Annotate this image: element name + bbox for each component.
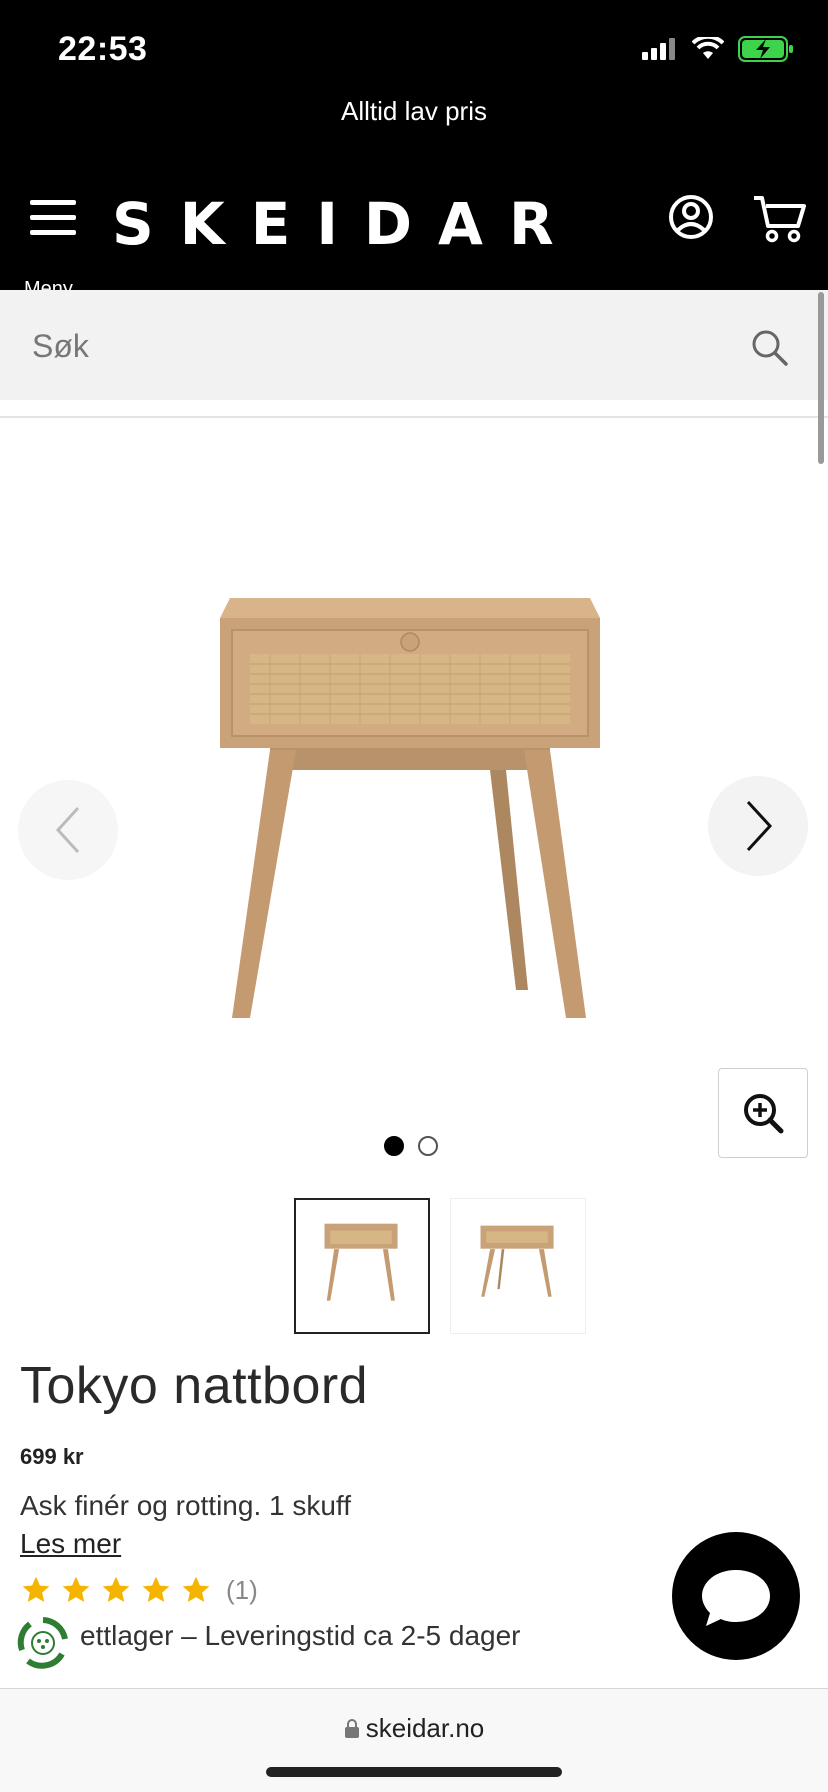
chat-button[interactable]: [672, 1532, 800, 1660]
wifi-icon: [692, 37, 724, 59]
site-header: Meny SKEIDAR: [0, 168, 828, 300]
search-icon[interactable]: [750, 328, 790, 368]
zoom-button[interactable]: [718, 1068, 808, 1158]
pagination-dot-1[interactable]: [384, 1136, 404, 1156]
thumbnail-strip: [294, 1198, 586, 1334]
star-icon: [22, 1576, 50, 1602]
gallery-prev-button[interactable]: [18, 780, 118, 880]
pagination-dot-2[interactable]: [418, 1136, 438, 1156]
url-text: skeidar.no: [365, 1713, 485, 1743]
read-more-link[interactable]: Les mer: [20, 1528, 121, 1560]
url-bar[interactable]: skeidar.no: [0, 1713, 828, 1744]
star-icon: [102, 1576, 130, 1602]
product-gallery: [0, 418, 828, 1178]
status-icons: [642, 36, 794, 62]
product-main-image[interactable]: [210, 578, 620, 1098]
user-icon: [669, 195, 713, 239]
cart-button[interactable]: [752, 194, 808, 244]
product-title: Tokyo nattbord: [20, 1357, 369, 1415]
chat-bubble-icon: [702, 1570, 770, 1626]
lock-icon: [344, 1719, 359, 1738]
status-time: 22:53: [58, 30, 148, 68]
chevron-right-icon: [746, 800, 773, 852]
zoom-in-icon: [744, 1094, 784, 1134]
promo-text: Alltid lav pris: [341, 96, 487, 126]
battery-charging-icon: [738, 36, 793, 62]
chevron-left-icon: [55, 806, 80, 854]
search-bar: [0, 290, 828, 400]
browser-bottom-bar: skeidar.no: [0, 1688, 828, 1792]
skeidar-logo[interactable]: SKEIDAR: [112, 190, 580, 258]
hamburger-icon: [24, 198, 106, 235]
search-input[interactable]: [32, 316, 712, 376]
cellular-signal-icon: [642, 38, 675, 60]
star-icon: [142, 1576, 170, 1602]
home-indicator: [266, 1767, 562, 1777]
eco-badge[interactable]: [14, 1614, 72, 1672]
product-description: Ask finér og rotting. 1 skuff: [20, 1490, 351, 1521]
gallery-next-button[interactable]: [708, 776, 808, 876]
promo-banner: Alltid lav pris: [0, 96, 828, 168]
cart-icon: [754, 196, 806, 243]
account-button[interactable]: [668, 194, 714, 240]
thumbnail-1[interactable]: [294, 1198, 430, 1334]
star-icon: [182, 1576, 210, 1602]
star-icon: [62, 1576, 90, 1602]
product-rating[interactable]: (1): [20, 1574, 258, 1606]
thumbnail-2[interactable]: [450, 1198, 586, 1334]
product-price: 699 kr: [20, 1444, 84, 1469]
gallery-pagination: [384, 1136, 438, 1156]
menu-button[interactable]: Meny: [24, 198, 106, 300]
stock-status: ettlager – Leveringstid ca 2-5 dager: [80, 1620, 521, 1651]
status-bar: 22:53: [0, 0, 828, 96]
rating-count: (1): [226, 1574, 258, 1605]
recycle-icon: [16, 1616, 70, 1670]
